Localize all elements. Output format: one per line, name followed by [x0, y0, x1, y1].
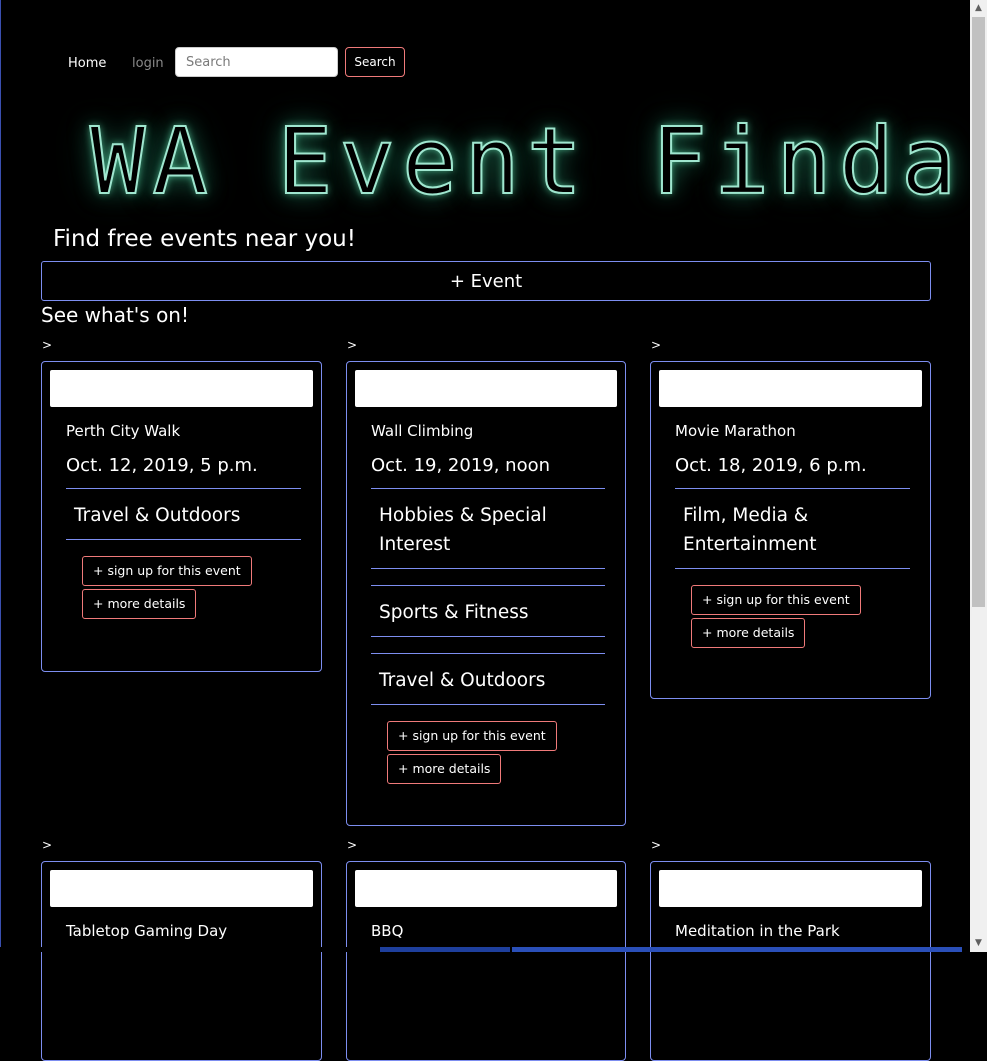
taskbar-strip	[0, 947, 970, 952]
add-event-button[interactable]: + Event	[41, 261, 931, 301]
search-input[interactable]	[175, 47, 338, 77]
tagline: Find free events near you!	[53, 226, 356, 252]
event-title: Meditation in the Park	[675, 922, 840, 940]
event-card-body: Perth City Walk Oct. 12, 2019, 5 p.m. Trav…	[66, 422, 301, 622]
scrollbar-thumb[interactable]	[972, 17, 985, 607]
nav-home-link[interactable]: Home	[68, 56, 106, 71]
event-image	[50, 370, 313, 407]
category-list: Hobbies & Special Interest Sports & Fitne…	[371, 488, 605, 705]
more-details-button[interactable]: + more details	[387, 754, 502, 784]
event-title: Wall Climbing	[371, 422, 474, 440]
event-card: Tabletop Gaming Day	[41, 861, 322, 1061]
category-item: Travel & Outdoors	[66, 488, 301, 540]
card-actions: + sign up for this event + more details	[387, 721, 605, 784]
card-marker: >	[651, 838, 662, 852]
card-marker: >	[347, 338, 358, 352]
event-date: Oct. 12, 2019, 5 p.m.	[66, 455, 258, 476]
nav-login-link[interactable]: login	[132, 56, 164, 71]
signup-button[interactable]: + sign up for this event	[691, 585, 861, 615]
search-button[interactable]: Search	[345, 47, 405, 77]
window-frame	[0, 0, 1, 952]
scroll-down-arrow-icon[interactable]: ▼	[970, 935, 987, 952]
event-image	[659, 870, 922, 907]
event-card-body: Movie Marathon Oct. 18, 2019, 6 p.m. Film,…	[675, 422, 910, 651]
event-image	[355, 370, 617, 407]
event-image	[50, 870, 313, 907]
section-title: See what's on!	[41, 303, 189, 327]
event-title: BBQ	[371, 922, 404, 940]
signup-button[interactable]: + sign up for this event	[387, 721, 557, 751]
event-card-body: Tabletop Gaming Day	[66, 922, 301, 946]
event-card: Perth City Walk Oct. 12, 2019, 5 p.m. Trav…	[41, 361, 322, 672]
category-item: Hobbies & Special Interest	[371, 488, 605, 569]
more-details-button[interactable]: + more details	[82, 589, 197, 619]
card-marker: >	[347, 838, 358, 852]
event-card: Wall Climbing Oct. 19, 2019, noon Hobbies …	[346, 361, 626, 826]
event-card: BBQ	[346, 861, 626, 1061]
event-card-body: Wall Climbing Oct. 19, 2019, noon Hobbies …	[371, 422, 605, 787]
event-title: Tabletop Gaming Day	[66, 922, 228, 940]
category-item: Film, Media & Entertainment	[675, 488, 910, 569]
more-details-button[interactable]: + more details	[691, 618, 806, 648]
site-logo: WA Event Finda	[89, 107, 964, 216]
event-card-body: BBQ	[371, 922, 605, 946]
category-list: Film, Media & Entertainment	[675, 488, 910, 569]
card-marker: >	[651, 338, 662, 352]
event-date: Oct. 19, 2019, noon	[371, 455, 551, 476]
event-title: Movie Marathon	[675, 422, 796, 440]
card-actions: + sign up for this event + more details	[82, 556, 301, 619]
category-list: Travel & Outdoors	[66, 488, 301, 540]
card-actions: + sign up for this event + more details	[691, 585, 910, 648]
event-image	[355, 870, 617, 907]
card-marker: >	[42, 338, 53, 352]
event-date: Oct. 18, 2019, 6 p.m.	[675, 455, 867, 476]
event-card-body: Meditation in the Park	[675, 922, 910, 946]
taskbar-segment	[380, 947, 510, 952]
taskbar-segment	[512, 947, 962, 952]
scroll-up-arrow-icon[interactable]: ▲	[970, 0, 987, 17]
event-card: Meditation in the Park	[650, 861, 931, 1061]
signup-button[interactable]: + sign up for this event	[82, 556, 252, 586]
category-item: Sports & Fitness	[371, 585, 605, 637]
category-item: Travel & Outdoors	[371, 653, 605, 705]
event-image	[659, 370, 922, 407]
card-marker: >	[42, 838, 53, 852]
event-card: Movie Marathon Oct. 18, 2019, 6 p.m. Film,…	[650, 361, 931, 699]
event-title: Perth City Walk	[66, 422, 181, 440]
vertical-scrollbar[interactable]: ▲ ▼	[970, 0, 987, 952]
